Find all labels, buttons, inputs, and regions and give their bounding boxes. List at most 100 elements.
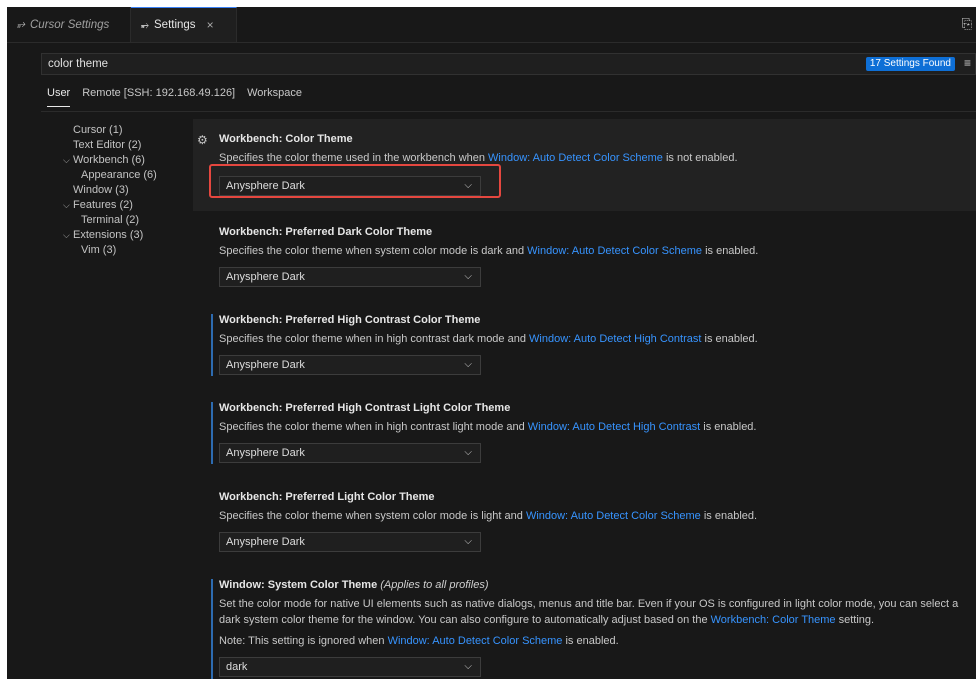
scope-tab-remote[interactable]: Remote [SSH: 192.168.49.126]: [82, 87, 235, 107]
setting-link[interactable]: Window: Auto Detect Color Scheme: [488, 152, 663, 164]
desc-text: Note: This setting is ignored when: [219, 635, 388, 647]
setting-link[interactable]: Window: Auto Detect Color Scheme: [526, 510, 701, 522]
setting-note: Note: This setting is ignored when Windo…: [219, 635, 619, 647]
open-settings-json-icon[interactable]: ⎘: [962, 16, 972, 32]
select-value: Anysphere Dark: [226, 271, 305, 283]
desc-text: Specifies the color theme when system co…: [219, 245, 528, 257]
setting-preferred-hc-light-theme: Workbench: Preferred High Contrast Light…: [193, 387, 976, 475]
setting-preferred-dark-theme: Workbench: Preferred Dark Color Theme Sp…: [193, 211, 976, 299]
toc-item[interactable]: Window (3): [47, 183, 187, 198]
setting-title-text: Window: System Color Theme: [219, 579, 378, 591]
toc-item[interactable]: Terminal (2): [47, 213, 187, 228]
tab-bar: ⥵ Cursor Settings ⥵ Settings × ⎘: [7, 7, 976, 43]
toc-item[interactable]: ⌵ Extensions (3): [47, 228, 187, 243]
settings-window: ⥵ Cursor Settings ⥵ Settings × ⎘ color t…: [7, 7, 976, 679]
setting-title: Workbench: Preferred Dark Color Theme: [219, 226, 433, 238]
desc-text: is enabled.: [700, 510, 758, 522]
desc-text: is enabled.: [702, 245, 759, 257]
chevron-down-icon: ⌵: [464, 536, 472, 547]
annotation-highlight-box: [209, 164, 501, 198]
modified-indicator: [211, 579, 213, 679]
scope-tab-workspace[interactable]: Workspace: [247, 87, 302, 107]
setting-link[interactable]: Window: Auto Detect High Contrast: [528, 421, 700, 433]
toc-item-label: Features (2): [73, 199, 133, 211]
toc-item-label: Text Editor (2): [73, 139, 142, 151]
preferred-light-theme-select[interactable]: Anysphere Dark ⌵: [219, 532, 481, 552]
close-icon[interactable]: ×: [207, 18, 214, 32]
tab-settings[interactable]: ⥵ Settings ×: [131, 7, 237, 42]
chevron-down-icon: ⌵: [464, 271, 472, 282]
desc-text: is enabled.: [701, 333, 758, 345]
chevron-down-icon: ⌵: [464, 447, 472, 458]
setting-title: Workbench: Preferred High Contrast Color…: [219, 314, 481, 326]
setting-title: Workbench: Color Theme: [219, 133, 353, 145]
chevron-down-icon: ⌵: [63, 200, 70, 210]
setting-link[interactable]: Window: Auto Detect Color Scheme: [527, 245, 702, 257]
desc-text: Specifies the color theme used in the wo…: [219, 152, 489, 164]
toc-item[interactable]: Appearance (6): [47, 168, 187, 183]
tab-label: Settings: [154, 19, 196, 31]
scope-tabs: User Remote [SSH: 192.168.49.126] Worksp…: [47, 87, 302, 107]
settings-list: ⚙ Workbench: Color Theme Specifies the c…: [193, 119, 976, 679]
desc-text: Specifies the color theme when system co…: [219, 510, 526, 522]
toc-item-label: Window (3): [73, 184, 129, 196]
desc-text: Specifies the color theme when in high c…: [219, 421, 528, 433]
settings-search-field[interactable]: color theme 17 Settings Found ≡: [41, 53, 976, 75]
setting-description: Specifies the color theme when in high c…: [219, 421, 756, 433]
setting-link[interactable]: Window: Auto Detect High Contrast: [529, 333, 701, 345]
chevron-down-icon: ⌵: [63, 155, 70, 165]
preferred-hc-theme-select[interactable]: Anysphere Dark ⌵: [219, 355, 481, 375]
setting-description-line2: dark system color theme for the window. …: [219, 614, 874, 626]
toc-item-label: Vim (3): [81, 244, 117, 256]
setting-description: Specifies the color theme when in high c…: [219, 333, 758, 345]
desc-text: is not enabled.: [662, 152, 738, 164]
setting-description: Specifies the color theme used in the wo…: [219, 152, 738, 164]
toc-item[interactable]: ⌵ Features (2): [47, 198, 187, 213]
select-value: dark: [226, 661, 248, 673]
setting-title: Workbench: Preferred High Contrast Light…: [219, 402, 511, 414]
preferred-hc-light-theme-select[interactable]: Anysphere Dark ⌵: [219, 443, 481, 463]
select-value: Anysphere Dark: [226, 359, 305, 371]
desc-text: setting.: [835, 614, 875, 626]
setting-title: Window: System Color Theme (Applies to a…: [219, 579, 488, 591]
chevron-down-icon: ⌵: [464, 359, 472, 370]
toc-item-label: Extensions (3): [73, 229, 144, 241]
toc-item[interactable]: ⌵ Workbench (6): [47, 153, 187, 168]
toc-item[interactable]: Cursor (1): [47, 123, 187, 138]
select-value: Anysphere Dark: [226, 447, 305, 459]
setting-preferred-light-theme: Workbench: Preferred Light Color Theme S…: [193, 475, 976, 563]
toc-item-label: Terminal (2): [81, 214, 140, 226]
settings-found-badge: 17 Settings Found: [865, 57, 955, 71]
toc-item-label: Appearance (6): [81, 169, 157, 181]
setting-preferred-hc-theme: Workbench: Preferred High Contrast Color…: [193, 299, 976, 387]
table-of-contents: Cursor (1) Text Editor (2) ⌵ Workbench (6) A…: [47, 123, 187, 258]
system-color-theme-select[interactable]: dark ⌵: [219, 657, 481, 677]
select-value: Anysphere Dark: [226, 536, 305, 548]
setting-link[interactable]: Window: Auto Detect Color Scheme: [388, 635, 563, 647]
filter-icon[interactable]: ≡: [964, 56, 971, 70]
setting-description: Specifies the color theme when system co…: [219, 510, 757, 522]
preferred-dark-theme-select[interactable]: Anysphere Dark ⌵: [219, 267, 481, 287]
setting-system-color-theme: Window: System Color Theme (Applies to a…: [193, 563, 976, 679]
tab-label: Cursor Settings: [30, 18, 110, 31]
gear-icon[interactable]: ⚙: [197, 133, 208, 147]
settings-sliders-icon: ⥵: [17, 19, 25, 30]
desc-text: is enabled.: [700, 421, 757, 433]
modified-indicator: [211, 402, 213, 464]
divider: [41, 111, 976, 112]
tab-cursor-settings[interactable]: ⥵ Cursor Settings: [7, 7, 131, 42]
scope-note: (Applies to all profiles): [380, 579, 489, 591]
desc-text: dark system color theme for the window. …: [219, 614, 711, 626]
scope-tab-user[interactable]: User: [47, 87, 71, 107]
chevron-down-icon: ⌵: [63, 230, 70, 240]
toc-item[interactable]: Vim (3): [47, 243, 187, 258]
toc-item-label: Workbench (6): [73, 154, 145, 166]
setting-title: Workbench: Preferred Light Color Theme: [219, 491, 435, 503]
setting-link[interactable]: Workbench: Color Theme: [711, 614, 836, 626]
toc-item[interactable]: Text Editor (2): [47, 138, 187, 153]
search-input[interactable]: color theme: [48, 58, 108, 70]
setting-description-line1: Set the color mode for native UI element…: [219, 598, 959, 610]
setting-description: Specifies the color theme when system co…: [219, 245, 758, 257]
modified-indicator: [211, 314, 213, 376]
settings-sliders-icon: ⥵: [141, 19, 149, 31]
